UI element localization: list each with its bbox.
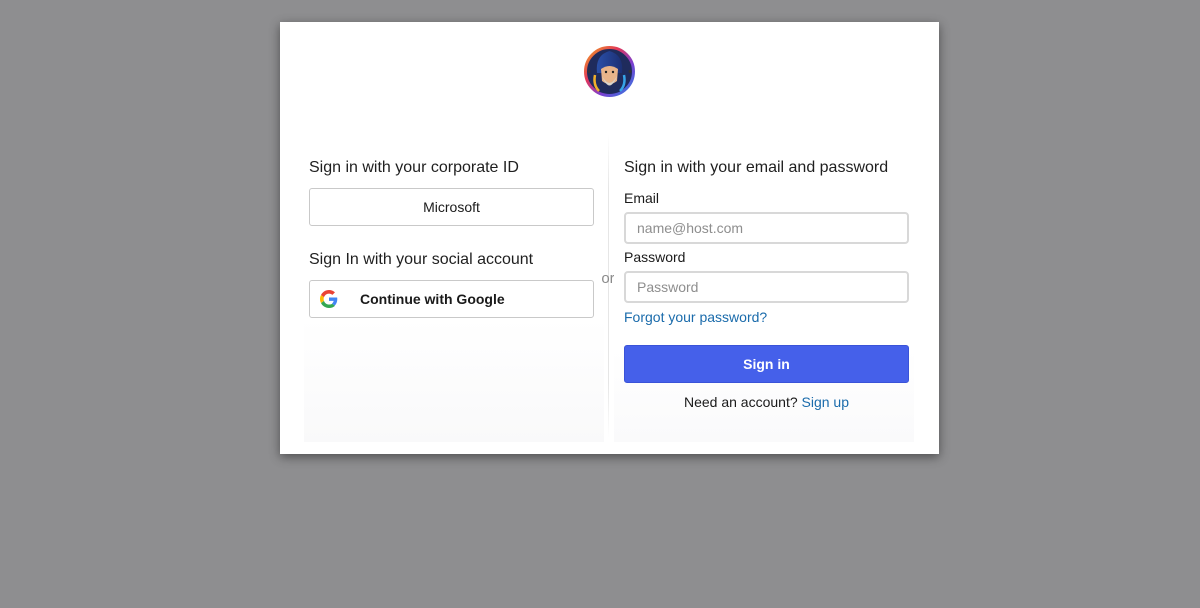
email-password-panel: Sign in with your email and password Ema… [614, 132, 914, 442]
email-input[interactable] [624, 212, 909, 244]
corporate-social-panel: Sign in with your corporate ID Microsoft… [304, 132, 604, 442]
microsoft-signin-button[interactable]: Microsoft [309, 188, 594, 226]
email-label: Email [624, 190, 660, 206]
google-g-icon [320, 290, 338, 308]
wizard-avatar-logo [583, 45, 636, 98]
password-input[interactable] [624, 271, 909, 303]
password-label: Password [624, 249, 686, 265]
google-signin-button[interactable]: Continue with Google [309, 280, 594, 318]
login-card: Sign in with your corporate ID Microsoft… [280, 22, 939, 454]
google-button-label: Continue with Google [360, 291, 505, 307]
signup-prompt: Need an account? [683, 394, 798, 410]
signup-row: Need an account? Sign up [624, 394, 909, 410]
forgot-password-link[interactable]: Forgot your password? [624, 309, 767, 325]
corporate-id-heading: Sign in with your corporate ID [309, 159, 519, 176]
sign-up-link[interactable]: Sign up [802, 394, 849, 410]
social-account-heading: Sign In with your social account [309, 251, 534, 268]
sign-in-button[interactable]: Sign in [624, 345, 909, 383]
sign-in-button-label: Sign in [743, 356, 790, 372]
microsoft-button-label: Microsoft [423, 199, 480, 215]
email-password-heading: Sign in with your email and password [624, 159, 889, 176]
